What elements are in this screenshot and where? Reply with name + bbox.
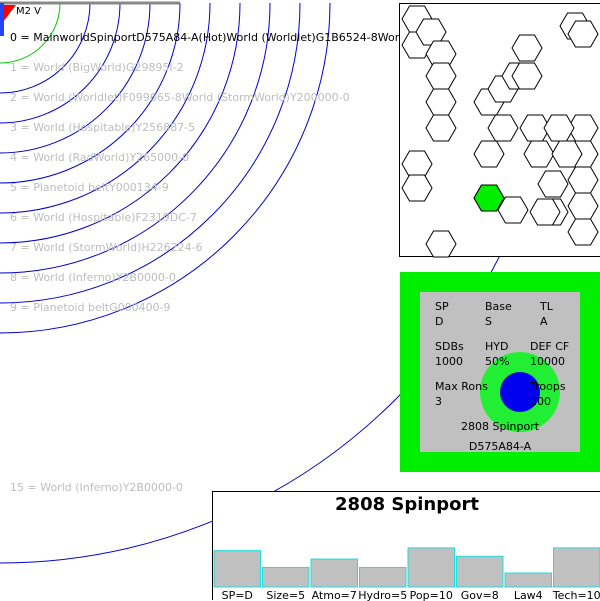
base-label: Base: [485, 300, 512, 314]
defense-cf-label: DEF CF: [530, 340, 569, 354]
bar-gov-8: [457, 556, 504, 587]
hex-map-panel[interactable]: [399, 3, 600, 257]
orbit-label[interactable]: 5 = Planetoid beltY000134-9: [10, 181, 169, 195]
bar-category-label: Atmo=7: [312, 589, 357, 601]
hex-cell[interactable]: [488, 115, 518, 141]
orbit-label[interactable]: 8 = World (Inferno)Y2B0000-0: [10, 271, 176, 285]
bar-sp-d: [214, 551, 261, 587]
bar-category-label: Hydro=5: [358, 589, 407, 601]
sdbs-value: 1000: [435, 355, 463, 369]
orbit-ring-1: [0, 3, 90, 93]
orbit-label[interactable]: 9 = Planetoid beltG000400-9: [10, 301, 171, 315]
hydrographics-value: 50%: [485, 355, 509, 369]
bar-category-label: Law4: [514, 589, 543, 601]
bar-category-label: SP=D: [222, 589, 253, 601]
bar-law4: [505, 573, 552, 587]
orbit-label[interactable]: 4 = World (RadWorld)Y265000-0: [10, 151, 189, 165]
bar-category-label: Pop=10: [410, 589, 453, 601]
hex-map[interactable]: [400, 4, 600, 258]
orbit-label[interactable]: 2 = World (Worldlet)F099665-8World (Stor…: [10, 91, 350, 105]
troops-value: 100: [530, 395, 551, 409]
orbit-label[interactable]: 1 = World (BigWorld)G29895I-2: [10, 61, 184, 75]
hex-cell[interactable]: [426, 231, 456, 257]
tech-level-value: A: [540, 315, 548, 329]
hex-cell[interactable]: [544, 115, 574, 141]
hex-cell[interactable]: [568, 167, 598, 193]
uwp-bar-chart-panel: 2808 Spinport SP=DSize=5Atmo=7Hydro=5Pop…: [212, 491, 600, 600]
star-class-label: M2 V: [16, 6, 41, 17]
sdbs-label: SDBs: [435, 340, 464, 354]
hex-cell[interactable]: [524, 141, 554, 167]
tech-level-label: TL: [540, 300, 553, 314]
hydrographics-label: HYD: [485, 340, 508, 354]
bar-category-label: Gov=8: [461, 589, 499, 601]
world-info-card: SP D Base S TL A SDBs 1000 HYD 50% DEF C…: [420, 292, 580, 452]
uwp-bar-chart: SP=D Size=5 Atmo=7Hydro=5Pop=10 Gov=8 Law4 Te…: [213, 492, 600, 601]
hex-cell[interactable]: [402, 151, 432, 177]
orbit-label[interactable]: 7 = World (StormWorld)H226224-6: [10, 241, 203, 255]
world-uwp: D575A84-A: [420, 440, 580, 454]
hex-cell[interactable]: [538, 171, 568, 197]
defense-cf-value: 10000: [530, 355, 565, 369]
world-name: 2808 Spinport: [420, 420, 580, 434]
bar-atmo-7: [311, 559, 358, 587]
starport-label: SP: [435, 300, 449, 314]
hex-cell[interactable]: [568, 219, 598, 245]
orbit-label[interactable]: 15 = World (Inferno)Y2B0000-0: [10, 481, 183, 495]
bar-size-5: [263, 567, 310, 587]
bar-tech-10: [554, 548, 600, 587]
bar-category-label: Tech=10: [552, 589, 600, 601]
hex-cell[interactable]: [474, 141, 504, 167]
star-icon: [3, 5, 16, 22]
troops-label: Troops: [530, 380, 566, 394]
orbit-label[interactable]: 3 = World (Hospitable)Y256887-5: [10, 121, 195, 135]
base-value: S: [485, 315, 492, 329]
starport-value: D: [435, 315, 443, 329]
orbit-label[interactable]: 6 = World (Hospitable)F2319DC-7: [10, 211, 197, 225]
hex-cell[interactable]: [426, 89, 456, 115]
hex-cell[interactable]: [402, 175, 432, 201]
mainworld-orbit-label[interactable]: 0 = MainworldSpinportD575A84-A(Hot)World…: [10, 31, 406, 45]
hex-cell[interactable]: [426, 115, 456, 141]
max-rons-value: 3: [435, 395, 442, 409]
hex-cell[interactable]: [568, 193, 598, 219]
bar-pop-10: [408, 548, 455, 587]
max-rons-label: Max Rons: [435, 380, 488, 394]
hex-cell[interactable]: [512, 35, 542, 61]
bar-category-label: Size=5: [266, 589, 305, 601]
bar-hydro-5: [360, 567, 407, 587]
world-info-panel: SP D Base S TL A SDBs 1000 HYD 50% DEF C…: [400, 272, 600, 472]
hex-cell[interactable]: [426, 63, 456, 89]
